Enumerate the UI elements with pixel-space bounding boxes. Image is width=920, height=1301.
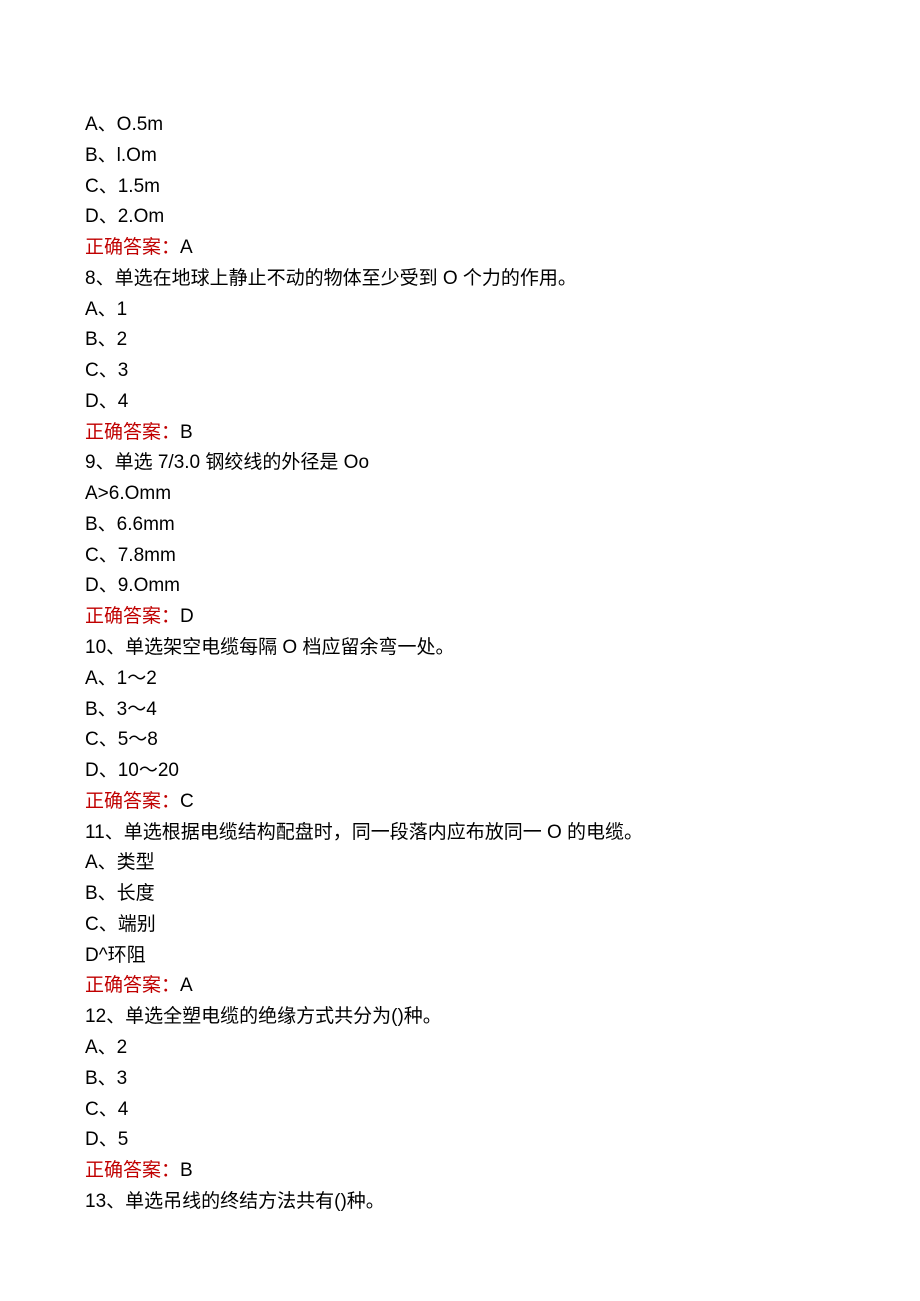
option-text: D、9.Omm [85,571,835,602]
option-text: B、2 [85,325,835,356]
answer-line: 正确答案：A [85,233,835,264]
answer-label: 正确答案： [85,791,180,812]
answer-label: 正确答案： [85,237,180,258]
option-text: A、O.5m [85,110,835,141]
option-text: D、2.Om [85,202,835,233]
answer-value: B [180,422,193,443]
answer-value: B [180,1160,193,1181]
option-text: A、1〜2 [85,664,835,695]
answer-label: 正确答案： [85,422,180,443]
option-text: B、长度 [85,879,835,910]
question-stem: 9、单选 7/3.0 钢绞线的外径是 Oo [85,448,835,479]
option-text: A、1 [85,295,835,326]
option-text: C、4 [85,1095,835,1126]
answer-value: A [180,975,193,996]
answer-value: A [180,237,193,258]
question-stem: 11、单选根据电缆结构配盘时，同一段落内应布放同一 O 的电缆。 [85,818,835,849]
answer-label: 正确答案： [85,975,180,996]
option-text: C、5〜8 [85,725,835,756]
answer-line: 正确答案：C [85,787,835,818]
answer-line: 正确答案：B [85,418,835,449]
option-text: B、6.6mm [85,510,835,541]
question-stem: 12、单选全塑电缆的绝缘方式共分为()种。 [85,1002,835,1033]
option-text: A、2 [85,1033,835,1064]
option-text: C、7.8mm [85,541,835,572]
option-text: C、3 [85,356,835,387]
answer-value: C [180,791,194,812]
answer-value: D [180,606,194,627]
option-text: C、端别 [85,910,835,941]
answer-line: 正确答案：A [85,971,835,1002]
question-stem: 10、单选架空电缆每隔 O 档应留余弯一处。 [85,633,835,664]
option-text: D、4 [85,387,835,418]
option-text: C、1.5m [85,172,835,203]
answer-line: 正确答案：B [85,1156,835,1187]
answer-label: 正确答案： [85,606,180,627]
option-text: B、3 [85,1064,835,1095]
answer-line: 正确答案：D [85,602,835,633]
question-stem: 8、单选在地球上静止不动的物体至少受到 O 个力的作用。 [85,264,835,295]
option-text: B、3〜4 [85,695,835,726]
option-text: B、l.Om [85,141,835,172]
option-text: D^环阻 [85,941,835,972]
option-text: A、类型 [85,848,835,879]
option-text: D、5 [85,1125,835,1156]
option-text: A>6.Omm [85,479,835,510]
question-stem: 13、单选吊线的终结方法共有()种。 [85,1187,835,1218]
option-text: D、10〜20 [85,756,835,787]
document-page: A、O.5m B、l.Om C、1.5m D、2.Om 正确答案：A 8、单选在… [0,0,920,1278]
answer-label: 正确答案： [85,1160,180,1181]
